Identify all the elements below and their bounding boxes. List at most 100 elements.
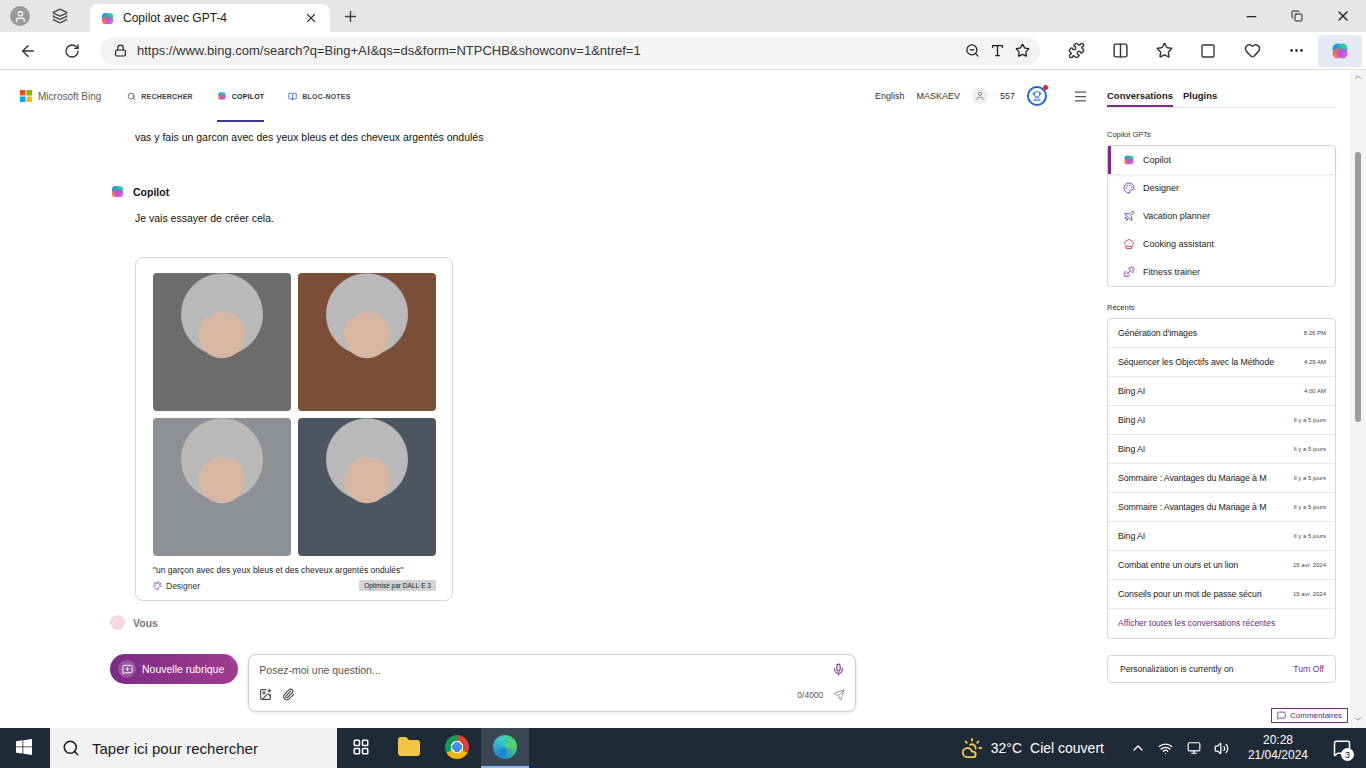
favorites-icon [1156,42,1173,59]
notification-dot [1043,85,1048,90]
profile-button[interactable] [0,0,40,32]
recent-item[interactable]: Bing AIIl y a 5 jours [1108,406,1335,435]
recent-item[interactable]: Combat entre un ours et un lion15 avr. 2… [1108,551,1335,580]
url-field[interactable]: https://www.bing.com/search?q=Bing+AI&qs… [100,37,1040,65]
puzzle-icon [1068,42,1085,59]
extensions-button[interactable] [1054,35,1098,67]
add-image-icon[interactable] [259,688,272,701]
tray-expand-icon[interactable] [1128,740,1148,756]
zoom-icon[interactable] [965,43,980,58]
mic-icon[interactable] [832,663,845,676]
rewards-badge[interactable] [1027,86,1047,106]
vacation-icon [1123,210,1135,222]
recent-item[interactable]: Bing AI4:00 AM [1108,377,1335,406]
scroll-up-icon[interactable] [1353,72,1363,84]
generated-image[interactable] [298,418,436,556]
gpt-item[interactable]: Cooking assistant [1108,230,1335,258]
minimize-button[interactable] [1228,0,1274,32]
recent-item[interactable]: Séquencer les Objectifs avec la Méthode4… [1108,348,1335,377]
taskbar-app[interactable] [481,728,529,768]
recent-title: Bing AI [1118,531,1290,541]
nav-item[interactable]: RECHERCHER [127,70,192,122]
sidebar-tab[interactable]: Conversations [1107,90,1173,107]
recent-item[interactable]: Bing AIIl y a 5 jours [1108,435,1335,464]
gpt-item[interactable]: Designer [1108,174,1335,202]
taskbar-app[interactable] [433,728,481,768]
image-caption: "un garçon avec des yeux bleus et des ch… [153,565,436,575]
volume-icon[interactable] [1212,741,1232,756]
recent-item[interactable]: Génération d'images8:26 PM [1108,319,1335,348]
nav-item[interactable]: BLOC-NOTES [288,70,350,122]
restore-button[interactable] [1274,0,1320,32]
back-button[interactable] [6,35,50,67]
recent-time: Il y a 5 jours [1294,417,1326,423]
language-link[interactable]: English [875,91,905,101]
menu-button[interactable] [1073,89,1088,104]
chat-input[interactable]: Posez-moi une question...0/4000 [248,654,856,712]
close-window-button[interactable] [1320,0,1366,32]
display-icon[interactable] [1184,741,1204,755]
generated-image[interactable] [153,418,291,556]
gpt-item[interactable]: Fitness trainer [1108,258,1335,286]
workspaces-icon [52,8,68,24]
recent-item[interactable]: Conseils pour un mot de passe sécuri15 a… [1108,580,1335,609]
generated-image[interactable] [298,273,436,411]
recent-time: 4:29 AM [1304,359,1326,365]
send-icon[interactable] [833,689,845,701]
more-button[interactable] [1274,35,1318,67]
favorite-icon[interactable] [1015,43,1030,58]
recent-title: Combat entre un ours et un lion [1118,560,1289,570]
recent-item[interactable]: Bing AI Il y a 5 jours [1108,522,1335,551]
taskbar-app[interactable] [385,728,433,768]
browser-tab[interactable]: Copilot avec GPT-4 [90,4,330,32]
start-button[interactable] [0,728,48,768]
recent-item[interactable]: Sommaire : Avantages du Mariage à MIl y … [1108,464,1335,493]
new-tab-button[interactable] [330,0,370,32]
taskbar-search[interactable]: Taper ici pour rechercher [50,728,337,768]
bing-logo[interactable]: Microsoft Bing [20,90,101,102]
gpt-item[interactable]: Vacation planner [1108,202,1335,230]
search-icon [62,739,80,757]
close-icon [1335,8,1351,24]
weather-widget[interactable]: 32°CCiel couvert [961,737,1104,759]
read-aloud-icon[interactable] [990,43,1005,58]
scrollbar[interactable] [1350,70,1366,728]
clock[interactable]: 20:2821/04/2024 [1240,733,1316,763]
favorites-button[interactable] [1142,35,1186,67]
workspaces-button[interactable] [40,0,80,32]
recent-time: Il y a 5 jours [1294,504,1326,510]
designer-icon [153,581,162,590]
copilot-button[interactable] [1318,35,1362,67]
recent-item[interactable]: Sommaire : Avantages du Mariage à MIl y … [1108,493,1335,522]
nav-item[interactable]: COPILOT [217,70,265,122]
sidebar-tab[interactable]: Plugins [1183,90,1217,107]
search-icon [127,92,136,101]
collections-button[interactable] [1186,35,1230,67]
input-placeholder: Posez-moi une question... [259,664,824,676]
attach-icon[interactable] [282,688,295,701]
close-tab-button[interactable] [300,7,322,29]
feedback-button[interactable]: Commentaires [1271,708,1348,723]
gpt-item[interactable]: Copilot [1108,146,1335,174]
new-topic-button[interactable]: Nouvelle rubrique [110,654,238,684]
recent-time: Il y a 5 jours [1294,475,1326,481]
scroll-thumb[interactable] [1355,152,1361,422]
scroll-down-icon[interactable] [1353,714,1363,726]
generated-image[interactable] [153,273,291,411]
see-all-link[interactable]: Afficher toutes les conversations récent… [1108,609,1335,638]
profile-avatar [10,6,30,26]
user-avatar[interactable] [972,88,988,104]
refresh-button[interactable] [50,35,94,67]
recent-time: 4:00 AM [1304,388,1326,394]
microsoft-logo-icon [20,90,32,102]
user-name[interactable]: MASKAEV [916,91,960,101]
split-screen-button[interactable] [1098,35,1142,67]
turn-off-link[interactable]: Turn Off [1293,664,1324,674]
image-grid [153,273,436,556]
task-view-button[interactable] [337,728,385,768]
recent-time: Il y a 5 jours [1294,533,1326,539]
rewards-points[interactable]: 557 [1000,91,1015,101]
notification-button[interactable]: 3 [1324,728,1360,768]
network-icon[interactable] [1156,741,1176,756]
health-button[interactable] [1230,35,1274,67]
